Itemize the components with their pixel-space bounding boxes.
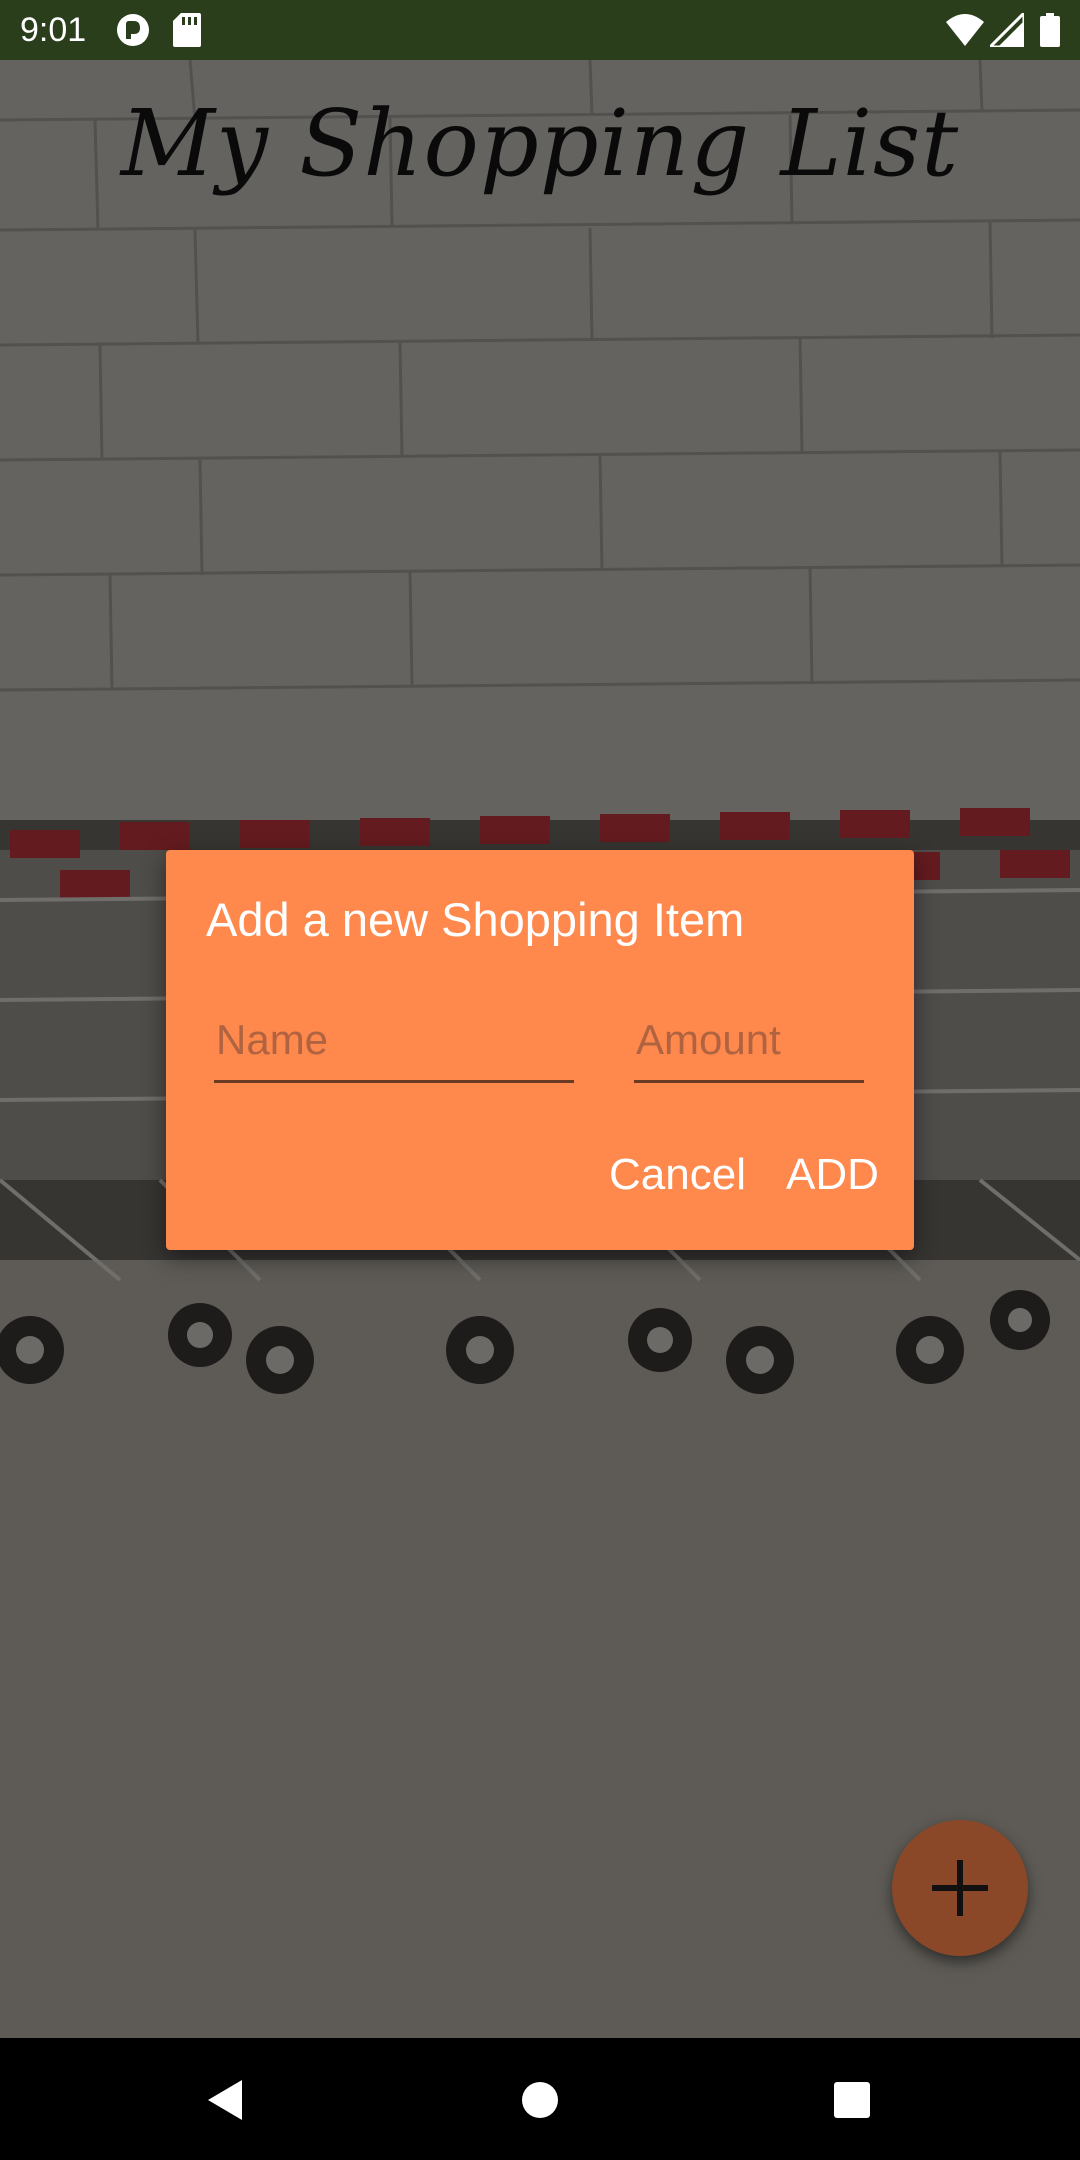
amount-field[interactable] xyxy=(634,1010,868,1083)
home-icon[interactable] xyxy=(520,2078,560,2127)
cancel-button[interactable]: Cancel xyxy=(609,1150,746,1200)
name-field[interactable] xyxy=(214,1010,578,1083)
back-icon[interactable] xyxy=(204,2078,244,2127)
app-title: My Shopping List xyxy=(120,90,960,197)
signal-icon xyxy=(986,9,1026,52)
name-input[interactable] xyxy=(214,1010,578,1070)
screen: My Shopping List 9:01 Add a new Shopping… xyxy=(0,0,1080,2160)
pocket-casts-icon xyxy=(116,13,150,52)
battery-icon xyxy=(1040,13,1060,52)
add-fab-button[interactable] xyxy=(892,1820,1028,1956)
status-time: 9:01 xyxy=(20,11,87,49)
add-item-dialog: Add a new Shopping Item Cancel ADD xyxy=(166,850,914,1250)
amount-input[interactable] xyxy=(634,1010,868,1070)
status-bar: 9:01 xyxy=(0,0,1080,60)
wifi-icon xyxy=(946,13,984,52)
sd-card-icon xyxy=(173,13,201,52)
dialog-title: Add a new Shopping Item xyxy=(206,893,745,946)
add-button[interactable]: ADD xyxy=(786,1150,879,1200)
navigation-bar xyxy=(0,2038,1080,2160)
plus-icon xyxy=(932,1860,988,1916)
recents-icon[interactable] xyxy=(832,2078,872,2127)
